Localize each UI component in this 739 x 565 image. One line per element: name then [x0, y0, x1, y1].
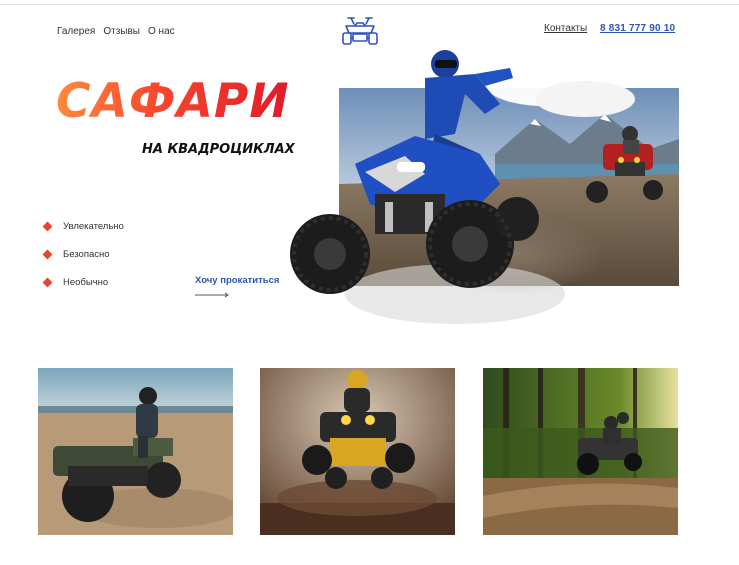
feature-label: Необычно [63, 276, 109, 288]
atv-logo-icon[interactable] [340, 14, 380, 48]
nav-reviews-link[interactable]: Отзывы [103, 26, 140, 37]
main-nav: Галерея Отзывы О нас [57, 26, 175, 37]
feature-label: Безопасно [63, 248, 110, 260]
feature-item: Увлекательно [42, 212, 124, 240]
phone-link[interactable]: 8 831 777 90 10 [600, 23, 675, 34]
features-list: Увлекательно Безопасно Необычно [42, 212, 124, 296]
feature-item: Необычно [42, 268, 124, 296]
nav-gallery-link[interactable]: Галерея [57, 26, 95, 37]
hero-subtitle: НА КВАДРОЦИКЛАХ [142, 142, 295, 157]
gallery-photo-beach[interactable] [38, 368, 233, 535]
gallery-photo-forest[interactable] [483, 368, 678, 535]
hero-title: САФАРИ [56, 74, 290, 129]
diamond-bullet-icon [42, 277, 53, 287]
gallery-photo-jump[interactable] [260, 368, 455, 535]
top-divider [0, 4, 739, 5]
arrow-right-icon[interactable] [195, 292, 229, 298]
ride-cta-link[interactable]: Хочу прокатиться [195, 275, 279, 286]
hero-atv-image [285, 44, 681, 344]
feature-item: Безопасно [42, 240, 124, 268]
feature-label: Увлекательно [63, 220, 124, 232]
nav-about-link[interactable]: О нас [148, 26, 175, 37]
diamond-bullet-icon [42, 249, 53, 259]
contacts-link[interactable]: Контакты [544, 23, 587, 34]
diamond-bullet-icon [42, 221, 53, 231]
